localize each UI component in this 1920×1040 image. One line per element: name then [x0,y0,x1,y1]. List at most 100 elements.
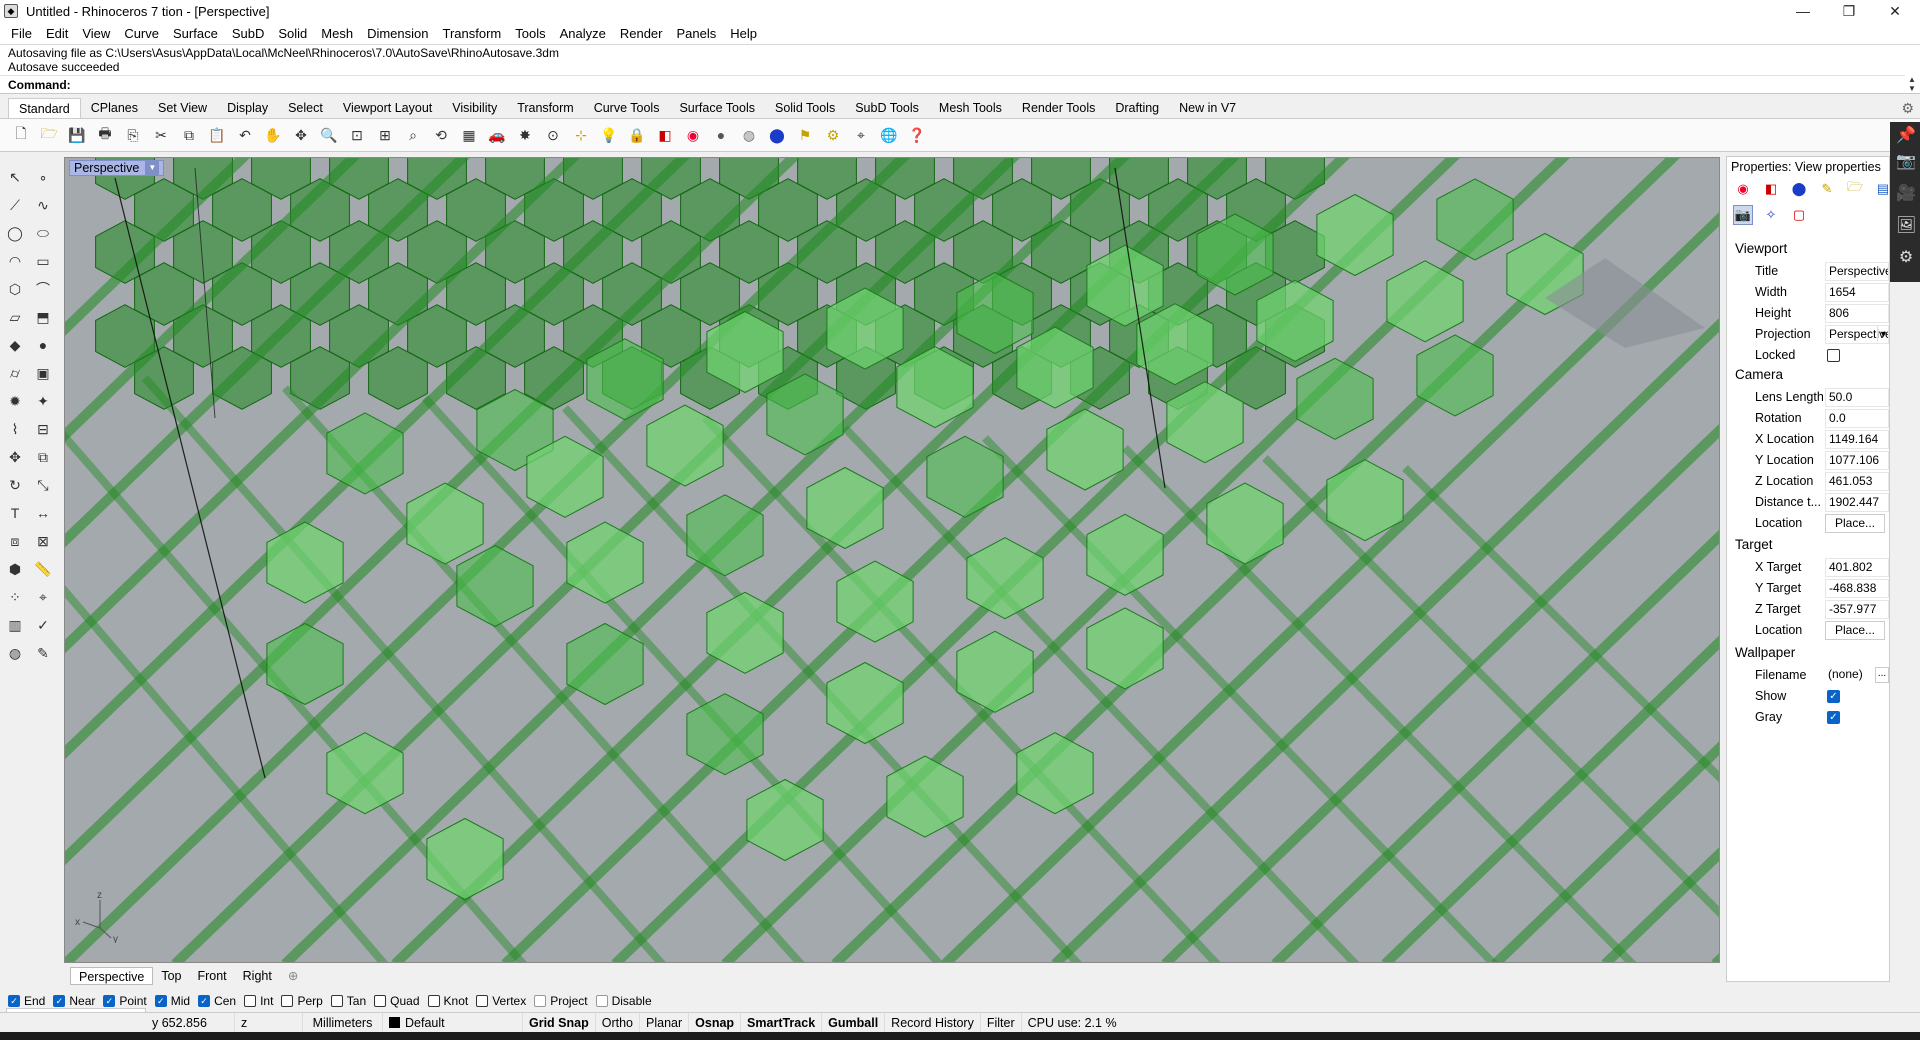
title-field[interactable]: Perspective [1825,262,1889,281]
texture-icon[interactable]: ✎ [1817,179,1837,199]
tab-curve-tools[interactable]: Curve Tools [584,98,670,118]
show-checkbox[interactable]: ✓ [1827,690,1840,703]
pan-hand-icon[interactable]: ✋ [262,124,284,146]
zoom-dynamic-icon[interactable]: ⟲ [430,124,452,146]
pin-icon[interactable]: 📌 [1896,126,1916,146]
car-icon[interactable]: 🚗 [486,124,508,146]
panel-settings-icon[interactable]: ⚙ [1896,248,1916,268]
fillet-icon[interactable]: ⌒ [32,278,54,300]
rendered-sphere-icon[interactable]: ◍ [738,124,760,146]
settings-gear-icon[interactable]: ⚙ [822,124,844,146]
osnap-toggle[interactable]: Osnap [689,1012,742,1033]
x-target-field[interactable]: 401.802 [1825,558,1889,577]
minimize-button[interactable]: — [1780,0,1826,22]
cplane-icon[interactable]: ⊙ [542,124,564,146]
properties-camera-icon[interactable]: 📷 [1896,152,1916,172]
osnap-checkbox[interactable]: ✓ [154,995,167,1007]
osnap-checkbox[interactable] [330,995,343,1007]
copy-icon[interactable]: ⧉ [178,124,200,146]
osnap-checkbox[interactable] [244,995,257,1007]
array-icon[interactable]: ⁘ [4,586,26,608]
tab-visibility[interactable]: Visibility [442,98,507,118]
viewport-title[interactable]: Perspective ▼ [69,160,165,176]
new-file-icon[interactable]: 🗋 [10,124,32,146]
lens-length-field[interactable]: 50.0 [1825,388,1889,407]
tab-viewport-layout[interactable]: Viewport Layout [333,98,442,118]
tab-set-view[interactable]: Set View [148,98,217,118]
dimension-icon[interactable]: ⌖ [850,124,872,146]
box-icon[interactable]: ◆ [4,334,26,356]
tab-subd-tools[interactable]: SubD Tools [845,98,929,118]
globe-icon[interactable]: 🌐 [878,124,900,146]
distance-field[interactable]: 1902.447 [1825,493,1889,512]
cut-icon[interactable]: ✂ [150,124,172,146]
zoom-selected-icon[interactable]: ⌕ [402,124,424,146]
grid-icon[interactable]: ⊹ [570,124,592,146]
environment-icon[interactable]: ⬤ [1789,179,1809,199]
zoom-icon[interactable]: 🔍 [318,124,340,146]
osnap-checkbox[interactable]: ✓ [53,995,66,1007]
rotate-view-icon[interactable]: ✥ [290,124,312,146]
arc-icon[interactable]: ◠ [4,250,26,272]
osnap-near[interactable]: ✓ Near [53,994,95,1008]
menu-transform[interactable]: Transform [435,26,508,41]
block-icon[interactable]: ⊠ [32,530,54,552]
rotation-field[interactable]: 0.0 [1825,409,1889,428]
osnap-checkbox[interactable] [595,995,608,1007]
menu-tools[interactable]: Tools [508,26,552,41]
target-place-button[interactable]: Place... [1825,621,1885,640]
rectangle-icon[interactable]: ▭ [32,250,54,272]
menu-view[interactable]: View [75,26,117,41]
osnap-checkbox[interactable] [534,995,547,1007]
menu-mesh[interactable]: Mesh [314,26,360,41]
x-location-field[interactable]: 1149.164 [1825,430,1889,449]
planar-toggle[interactable]: Planar [640,1012,690,1033]
move-icon[interactable]: ✥ [4,446,26,468]
vtab-right[interactable]: Right [235,967,280,985]
analyze-icon[interactable]: 📏 [32,558,54,580]
command-input[interactable] [70,77,1900,92]
explode-icon[interactable]: ✹ [4,390,26,412]
osnap-checkbox[interactable] [427,995,440,1007]
osnap-quad[interactable]: Quad [374,994,420,1008]
menu-analyze[interactable]: Analyze [553,26,613,41]
osnap-checkbox[interactable]: ✓ [103,995,116,1007]
osnap-vertex[interactable]: Vertex [476,994,526,1008]
height-field[interactable]: 806 [1825,304,1889,323]
osnap-checkbox[interactable]: ✓ [8,995,20,1007]
help-icon[interactable]: ❓ [906,124,928,146]
osnap-tan[interactable]: Tan [330,994,366,1008]
osnap-cen[interactable]: ✓ Cen [198,994,236,1008]
width-field[interactable]: 1654 [1825,283,1889,302]
osnap-checkbox[interactable]: ✓ [198,995,211,1007]
camera-place-button[interactable]: Place... [1825,514,1885,533]
scale-icon[interactable]: ⤡ [32,474,54,496]
layer-icon[interactable]: ◧ [654,124,676,146]
menu-solid[interactable]: Solid [271,26,314,41]
add-viewport-tab-icon[interactable]: ⊕ [280,967,306,985]
text-icon[interactable]: T [4,502,26,524]
undo-icon[interactable]: ↶ [234,124,256,146]
shaded-sphere-icon[interactable]: ● [710,124,732,146]
menu-edit[interactable]: Edit [39,26,75,41]
osnap-checkbox[interactable] [374,995,387,1007]
gray-checkbox[interactable]: ✓ [1827,711,1840,724]
menu-help[interactable]: Help [723,26,764,41]
split-icon[interactable]: ⊟ [32,418,54,440]
dimension-tool-icon[interactable]: ↔ [32,502,54,524]
copy-object-icon[interactable]: ⧉ [32,446,54,468]
ellipse-icon[interactable]: ⬭ [32,222,54,244]
tab-drafting[interactable]: Drafting [1105,98,1169,118]
paste-icon[interactable]: 📋 [206,124,228,146]
light-icon[interactable]: ✸ [514,124,536,146]
layout-icon[interactable]: ▥ [4,614,26,636]
group-icon[interactable]: ⧈ [4,530,26,552]
smarttrack-toggle[interactable]: SmartTrack [741,1012,823,1033]
menu-render[interactable]: Render [613,26,670,41]
gumball-tool-icon[interactable]: ⌖ [32,586,54,608]
perspective-viewport[interactable]: Perspective ▼ z x y [64,157,1720,963]
filter-toggle[interactable]: Filter [981,1012,1022,1033]
ortho-toggle[interactable]: Ortho [596,1012,640,1033]
locked-checkbox[interactable] [1827,349,1840,362]
boolean-icon[interactable]: ✦ [32,390,54,412]
